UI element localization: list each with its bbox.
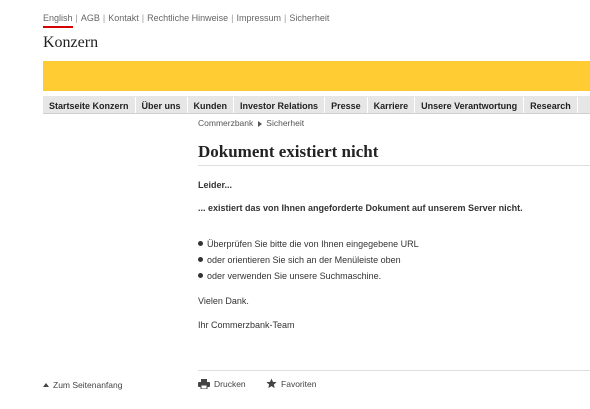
active-language-underline [43, 26, 73, 28]
main-nav: Startseite Konzern Über uns Kunden Investor… [43, 96, 590, 114]
nav-item-ueber-uns[interactable]: Über uns [136, 97, 188, 113]
nav-item-presse[interactable]: Presse [325, 97, 368, 113]
back-to-top-label: Zum Seitenanfang [53, 380, 123, 390]
list-item: oder orientieren Sie sich an der Menülei… [198, 254, 419, 270]
star-icon [266, 378, 277, 389]
topnav-link-rechtliche-hinweise[interactable]: Rechtliche Hinweise [147, 13, 228, 23]
breadcrumb: Commerzbank Sicherheit [198, 118, 304, 128]
breadcrumb-item-sicherheit[interactable]: Sicherheit [266, 118, 304, 128]
tip-text: oder verwenden Sie unsere Suchmaschine. [207, 271, 382, 281]
nav-item-kunden[interactable]: Kunden [188, 97, 235, 113]
breadcrumb-item-commerzbank[interactable]: Commerzbank [198, 118, 253, 128]
breadcrumb-arrow-icon [258, 120, 263, 127]
topnav-link-impressum[interactable]: Impressum [237, 13, 282, 23]
bullet-icon [198, 273, 203, 279]
printer-icon [198, 379, 210, 389]
brand-color-bar [43, 61, 590, 91]
footer-actions: Drucken Favoriten [198, 378, 334, 391]
help-tips-list: Überprüfen Sie bitte die von Ihnen einge… [198, 238, 419, 286]
topnav-link-agb[interactable]: AGB [81, 13, 100, 23]
topnav-link-kontakt[interactable]: Kontakt [108, 13, 139, 23]
favorites-button[interactable]: Favoriten [266, 378, 316, 389]
print-label: Drucken [214, 379, 246, 389]
topnav-separator: | [75, 13, 78, 23]
footer-divider [198, 370, 590, 371]
list-item: oder verwenden Sie unsere Suchmaschine. [198, 270, 419, 286]
back-to-top-link[interactable]: Zum Seitenanfang [43, 380, 122, 390]
print-button[interactable]: Drucken [198, 379, 246, 389]
topnav-separator: | [284, 13, 287, 23]
nav-item-investor-relations[interactable]: Investor Relations [234, 97, 326, 113]
bullet-icon [198, 257, 203, 263]
tip-text: Überprüfen Sie bitte die von Ihnen einge… [207, 239, 419, 249]
topnav-link-sicherheit[interactable]: Sicherheit [289, 13, 329, 23]
nav-item-karriere[interactable]: Karriere [368, 97, 416, 113]
topnav-separator: | [231, 13, 234, 23]
tip-text: oder orientieren Sie sich an der Menülei… [207, 255, 401, 265]
arrow-up-icon [43, 382, 49, 387]
topnav-link-english[interactable]: English [43, 13, 73, 23]
signature-text: Ihr Commerzbank-Team [198, 320, 295, 330]
favorites-label: Favoriten [281, 378, 317, 389]
list-item: Überprüfen Sie bitte die von Ihnen einge… [198, 238, 419, 254]
nav-item-startseite-konzern[interactable]: Startseite Konzern [43, 97, 136, 113]
top-utility-nav: English | AGB | Kontakt | Rechtliche Hinweise |… [43, 13, 329, 28]
nav-item-research[interactable]: Research [524, 97, 578, 113]
nav-item-unsere-verantwortung[interactable]: Unsere Verantwortung [415, 97, 525, 113]
not-found-message: ... existiert das von Ihnen angeforderte… [198, 203, 523, 213]
title-divider [198, 165, 590, 166]
sorry-text: Leider... [198, 180, 233, 190]
page-title: Dokument existiert nicht [198, 142, 379, 161]
topnav-separator: | [102, 13, 106, 23]
bullet-icon [198, 241, 203, 247]
brand-title[interactable]: Konzern [43, 34, 98, 52]
thanks-text: Vielen Dank. [198, 296, 249, 306]
topnav-separator: | [141, 13, 145, 23]
